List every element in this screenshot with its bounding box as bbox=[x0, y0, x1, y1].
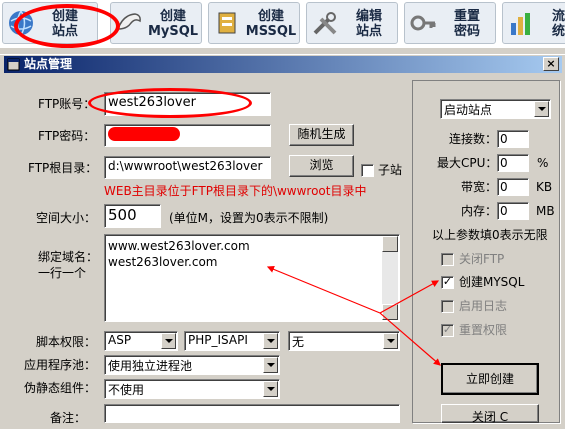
bandwidth-unit: KB bbox=[536, 180, 553, 194]
subsite-label: 子站 bbox=[378, 163, 403, 177]
domain-line-1: www.west263lover.com bbox=[108, 239, 250, 253]
space-size-input[interactable]: 500 bbox=[104, 204, 161, 228]
reset-password-label: 重置 密码 bbox=[453, 9, 480, 39]
chevron-down-icon[interactable] bbox=[161, 333, 176, 349]
window-close-button[interactable]: × bbox=[543, 57, 559, 71]
edit-site-button[interactable]: 编辑 站点 bbox=[306, 2, 398, 44]
key-icon bbox=[410, 15, 436, 31]
bar-chart-icon bbox=[511, 13, 530, 35]
window-app-icon bbox=[7, 58, 20, 71]
reset-password-button[interactable]: 重置 密码 bbox=[404, 2, 496, 44]
ftp-root-label: FTP根目录： bbox=[28, 161, 98, 175]
memory-unit: MB bbox=[536, 204, 555, 218]
max-cpu-label: 最大CPU： bbox=[437, 156, 498, 170]
password-redaction-mark bbox=[108, 127, 180, 141]
chevron-down-icon[interactable] bbox=[534, 101, 549, 117]
window-titlebar bbox=[4, 56, 562, 73]
bandwidth-label: 带宽： bbox=[461, 180, 498, 194]
one-per-line-label: 一行一个 bbox=[38, 266, 87, 280]
zero-unlimited-hint: 以上参数填0表示无限 bbox=[432, 228, 548, 242]
create-mssql-button[interactable]: 创建 MSSQL bbox=[208, 2, 300, 44]
chevron-down-icon[interactable] bbox=[263, 381, 278, 397]
create-mssql-label: 创建 MSSQL bbox=[245, 9, 297, 39]
rewrite-component-value: 不使用 bbox=[108, 383, 145, 397]
max-cpu-input[interactable]: 0 bbox=[497, 154, 529, 172]
window-title: 站点管理 bbox=[24, 57, 73, 71]
note-textarea[interactable] bbox=[104, 404, 400, 423]
memory-input[interactable]: 0 bbox=[497, 202, 529, 220]
max-cpu-unit: % bbox=[537, 156, 549, 170]
create-mysql-button[interactable]: 创建 MySQL bbox=[110, 2, 202, 44]
rewrite-component-select[interactable]: 不使用 bbox=[104, 379, 280, 399]
ftp-root-input[interactable]: d:\wwwroot\west263lover bbox=[104, 156, 271, 179]
script-select-php-value: PHP_ISAPI bbox=[188, 333, 248, 347]
app-pool-label: 应用程序池： bbox=[24, 358, 97, 372]
enable-log-label: 启用日志 bbox=[459, 299, 508, 313]
create-mysql-label: 创建MYSQL bbox=[459, 275, 525, 289]
space-size-label: 空间大小： bbox=[36, 211, 97, 225]
create-mysql-label: 创建 MySQL bbox=[147, 9, 199, 39]
app-pool-value: 使用独立进程池 bbox=[108, 359, 193, 373]
tools-icon bbox=[313, 12, 337, 35]
annotation-oval-create-site bbox=[14, 4, 120, 48]
edit-site-label: 编辑 站点 bbox=[355, 9, 382, 39]
reset-permission-label: 重置权限 bbox=[459, 323, 508, 337]
root-hint-text: WEB主目录位于FTP根目录下的\wwwroot目录中 bbox=[104, 184, 367, 198]
random-generate-button[interactable]: 随机生成 bbox=[289, 124, 354, 146]
memory-label: 内存： bbox=[461, 204, 498, 218]
script-permission-label: 脚本权限： bbox=[36, 335, 97, 349]
close-ftp-label: 关闭FTP bbox=[459, 252, 505, 266]
start-site-select[interactable]: 启动站点 bbox=[440, 99, 551, 119]
connections-input[interactable]: 0 bbox=[497, 130, 529, 148]
traffic-stats-button[interactable]: 流量 统计 bbox=[502, 2, 565, 44]
ftp-account-label: FTP账号： bbox=[38, 97, 96, 111]
annotation-oval-ftp-account bbox=[88, 88, 252, 118]
create-now-button[interactable]: 立即创建 bbox=[441, 363, 539, 395]
scroll-up-button[interactable] bbox=[382, 236, 398, 252]
rewrite-component-label: 伪静态组件： bbox=[24, 381, 97, 395]
close-dialog-button[interactable]: 关闭 C bbox=[441, 404, 539, 424]
script-select-asp-value: ASP bbox=[108, 333, 132, 347]
traffic-stats-label: 流量 统计 bbox=[551, 9, 565, 39]
database-icon bbox=[218, 12, 236, 34]
subsite-checkbox[interactable] bbox=[361, 164, 374, 177]
browse-button[interactable]: 浏览 bbox=[289, 155, 354, 177]
bind-domain-label: 绑定域名： bbox=[38, 250, 99, 264]
connections-label: 连接数： bbox=[449, 132, 498, 146]
ftp-password-label: FTP密码： bbox=[38, 129, 96, 143]
app-pool-select[interactable]: 使用独立进程池 bbox=[104, 355, 280, 375]
start-site-value: 启动站点 bbox=[444, 103, 493, 117]
script-select-asp[interactable]: ASP bbox=[104, 331, 178, 351]
bandwidth-input[interactable]: 0 bbox=[497, 178, 529, 196]
space-size-hint: (单位M，设置为0表示不限制) bbox=[169, 211, 329, 225]
annotation-arrows bbox=[266, 265, 441, 366]
